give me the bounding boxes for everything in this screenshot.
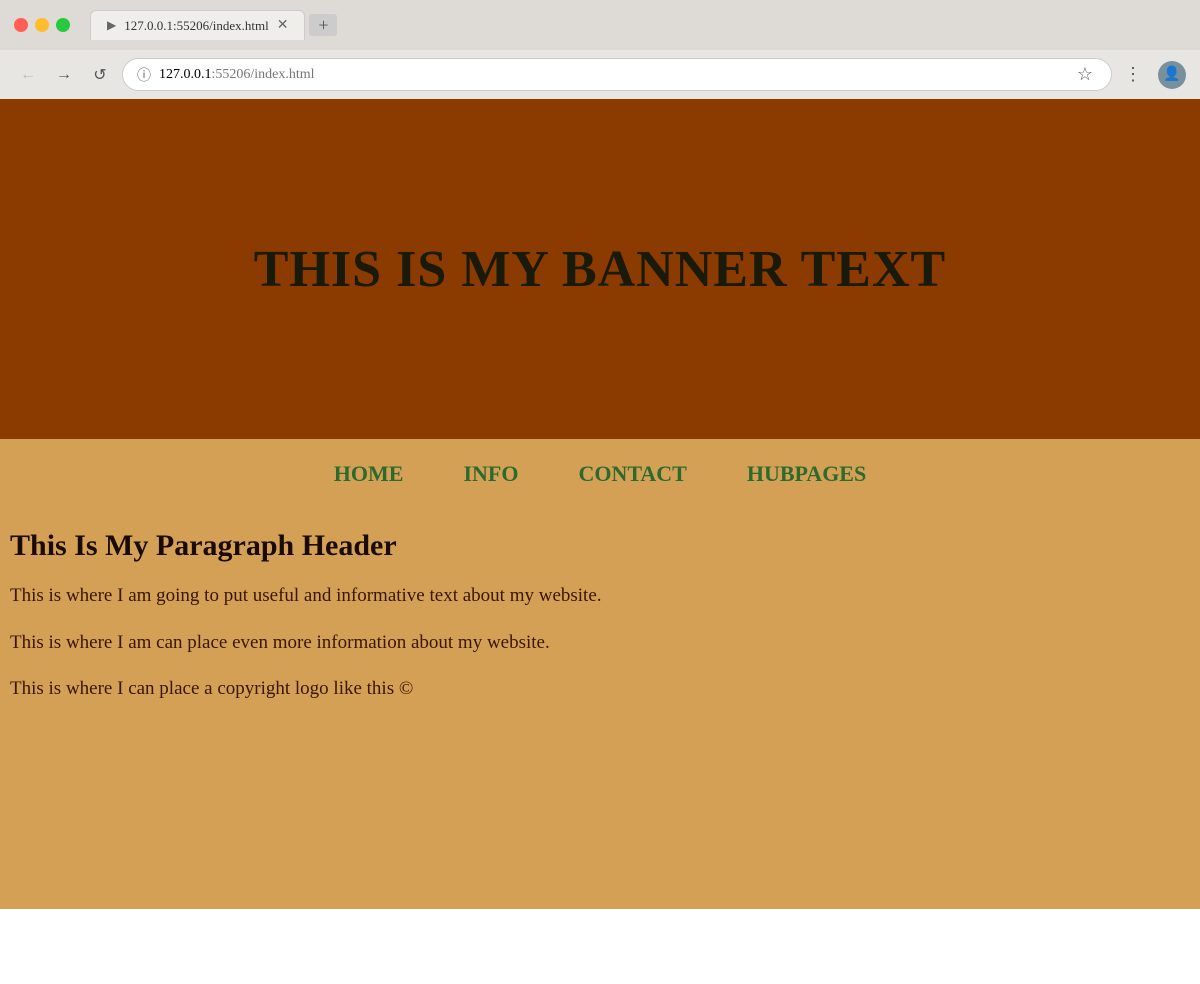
address-text: 127.0.0.1:55206/index.html [159,67,1065,83]
navigation-bar: HOME INFO CONTACT HUBPAGES [0,439,1200,509]
menu-icon[interactable]: ⋮ [1120,64,1146,85]
info-icon: ⓘ [137,65,151,85]
address-bar[interactable]: ⓘ 127.0.0.1:55206/index.html ☆ [122,58,1112,91]
paragraph-1: This is where I am going to put useful a… [10,583,1190,610]
browser-titlebar: ▶ 127.0.0.1:55206/index.html ✕ + [0,0,1200,50]
nav-link-hubpages[interactable]: HUBPAGES [747,461,866,487]
paragraph-3: This is where I can place a copyright lo… [10,676,1190,703]
minimize-button[interactable] [35,18,49,32]
tab-title: 127.0.0.1:55206/index.html [124,18,268,34]
url-path: :55206/index.html [212,67,315,82]
banner-section: THIS IS MY BANNER TEXT [0,99,1200,439]
content-area: This Is My Paragraph Header This is wher… [0,509,1200,909]
maximize-button[interactable] [56,18,70,32]
bookmark-icon[interactable]: ☆ [1073,64,1097,85]
paragraph-header: This Is My Paragraph Header [10,529,1190,563]
back-icon: ← [20,66,36,84]
webpage: THIS IS MY BANNER TEXT HOME INFO CONTACT… [0,99,1200,909]
forward-icon: → [56,66,72,84]
profile-avatar-icon: 👤 [1163,66,1180,83]
reload-button[interactable]: ↺ [86,61,114,89]
reload-icon: ↺ [93,65,106,85]
traffic-lights [14,18,70,32]
nav-link-contact[interactable]: CONTACT [578,461,686,487]
browser-chrome: ▶ 127.0.0.1:55206/index.html ✕ + ← → ↺ ⓘ… [0,0,1200,99]
nav-link-home[interactable]: HOME [334,461,404,487]
browser-toolbar: ← → ↺ ⓘ 127.0.0.1:55206/index.html ☆ ⋮ 👤 [0,50,1200,99]
tab-favicon-icon: ▶ [107,18,116,33]
paragraph-2: This is where I am can place even more i… [10,630,1190,657]
tab-bar: ▶ 127.0.0.1:55206/index.html ✕ + [90,10,1186,40]
forward-button[interactable]: → [50,61,78,89]
close-button[interactable] [14,18,28,32]
new-tab-button[interactable]: + [309,14,337,36]
nav-link-info[interactable]: INFO [463,461,518,487]
active-tab[interactable]: ▶ 127.0.0.1:55206/index.html ✕ [90,10,305,40]
tab-close-icon[interactable]: ✕ [277,17,289,34]
banner-heading: THIS IS MY BANNER TEXT [254,240,946,299]
profile-icon[interactable]: 👤 [1158,61,1186,89]
url-host: 127.0.0.1 [159,67,212,82]
back-button[interactable]: ← [14,61,42,89]
